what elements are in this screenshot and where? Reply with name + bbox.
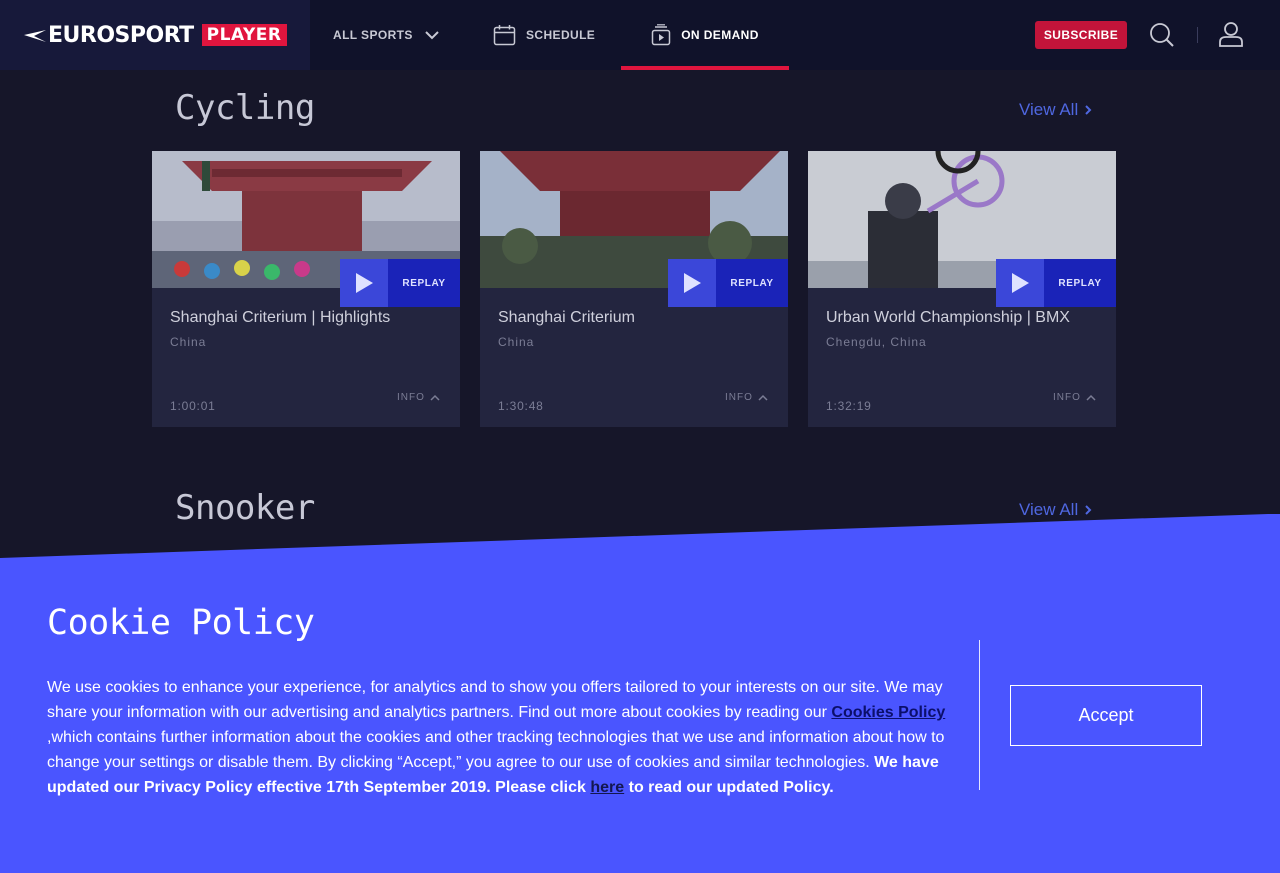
cookie-divider — [979, 640, 980, 790]
privacy-update-notice-end: to read our updated Policy. — [624, 779, 834, 796]
privacy-policy-here-link[interactable]: here — [590, 779, 624, 796]
cookie-policy-title: Cookie Policy — [47, 603, 315, 643]
cookies-policy-link[interactable]: Cookies Policy — [831, 704, 945, 721]
cookie-text-part-1: We use cookies to enhance your experienc… — [47, 679, 943, 721]
cookie-policy-text: We use cookies to enhance your experienc… — [47, 675, 972, 800]
cookie-text-part-2: ,which contains further information abou… — [47, 729, 945, 771]
accept-cookies-button[interactable]: Accept — [1010, 685, 1202, 746]
